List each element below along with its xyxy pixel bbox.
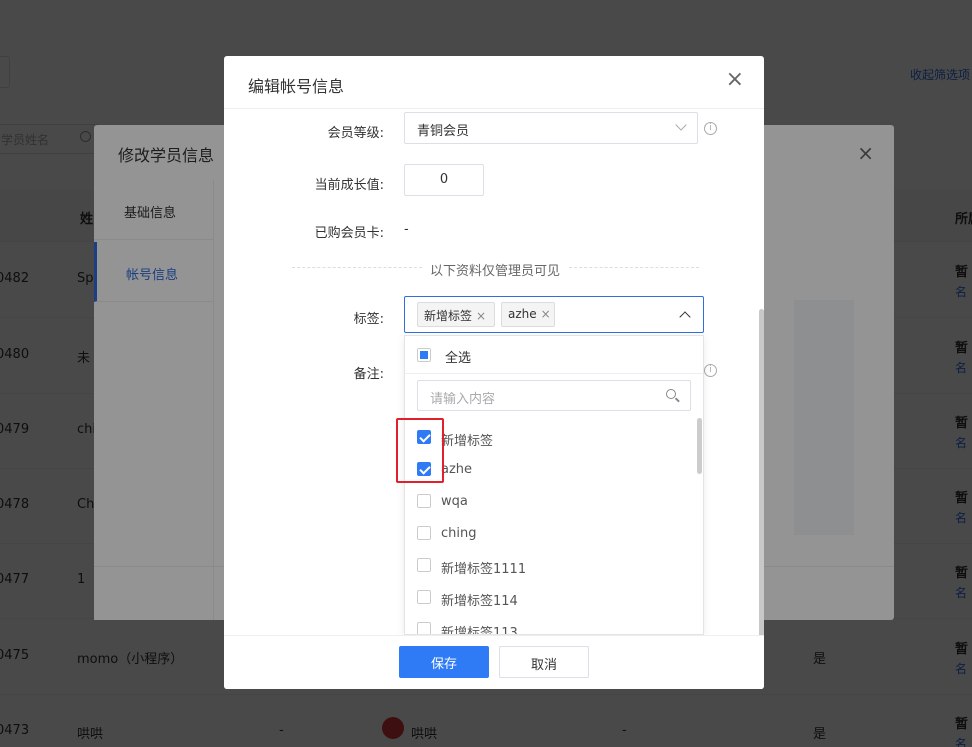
option-label: ching bbox=[441, 526, 477, 541]
list-item[interactable]: wqa bbox=[405, 485, 695, 517]
modal-title: 编辑帐号信息 bbox=[248, 77, 345, 96]
checkbox-icon[interactable] bbox=[417, 348, 431, 362]
checkbox-icon[interactable] bbox=[417, 622, 431, 634]
option-label: 新增标签1111 bbox=[441, 562, 527, 577]
growth-label: 当前成长值: bbox=[314, 178, 384, 193]
list-item[interactable]: 新增标签113 bbox=[405, 613, 695, 635]
remark-label: 备注: bbox=[353, 367, 384, 382]
list-item[interactable]: 新增标签 bbox=[405, 421, 695, 453]
select-all-row[interactable]: 全选 bbox=[405, 336, 703, 374]
modal-scrollbar[interactable] bbox=[759, 309, 764, 635]
checkbox-icon[interactable] bbox=[417, 590, 431, 604]
search-placeholder: 请输入内容 bbox=[430, 392, 496, 407]
dropdown-search-input[interactable]: 请输入内容 bbox=[417, 380, 691, 411]
info-icon[interactable]: i bbox=[704, 364, 717, 377]
dropdown-scrollbar[interactable] bbox=[697, 418, 702, 474]
tag-chip-label: 新增标签 bbox=[424, 309, 473, 323]
checkbox-icon[interactable] bbox=[417, 494, 431, 508]
growth-value-field[interactable]: 0 bbox=[404, 164, 484, 196]
option-label: wqa bbox=[441, 494, 468, 509]
tag-chip-label: azhe bbox=[508, 307, 537, 321]
option-label: 新增标签113 bbox=[441, 626, 518, 635]
modal-header: 编辑帐号信息 × bbox=[224, 56, 764, 109]
member-level-select[interactable]: 青铜会员 bbox=[404, 112, 698, 144]
annotation-highlight-box bbox=[396, 418, 444, 483]
search-icon[interactable] bbox=[666, 389, 676, 399]
tags-select[interactable]: 新增标签 × azhe × bbox=[404, 296, 704, 333]
option-label: 新增标签 bbox=[441, 434, 494, 449]
modal-body: 会员等级: 青铜会员 i 当前成长值: 0 已购会员卡: - 以下资料仅管理员可… bbox=[224, 109, 764, 635]
cancel-button[interactable]: 取消 bbox=[499, 646, 589, 678]
close-icon[interactable]: × bbox=[726, 69, 744, 91]
tag-chip: azhe × bbox=[501, 302, 555, 327]
list-item[interactable]: azhe bbox=[405, 453, 695, 485]
select-all-label: 全选 bbox=[445, 351, 472, 366]
edit-account-modal: 编辑帐号信息 × 会员等级: 青铜会员 i 当前成长值: 0 已购会员卡: - … bbox=[224, 56, 764, 689]
option-label: 新增标签114 bbox=[441, 594, 518, 609]
close-icon[interactable]: × bbox=[476, 309, 486, 323]
tags-dropdown: 全选 请输入内容 新增标签 azhe wqa ching 新增标签1111 新增… bbox=[404, 335, 704, 635]
checkbox-icon[interactable] bbox=[417, 526, 431, 540]
divider bbox=[292, 267, 422, 268]
chevron-down-icon bbox=[675, 119, 687, 131]
cards-label: 已购会员卡: bbox=[314, 226, 384, 241]
level-label: 会员等级: bbox=[327, 126, 384, 141]
save-button[interactable]: 保存 bbox=[399, 646, 489, 678]
checkbox-icon[interactable] bbox=[417, 558, 431, 572]
divider bbox=[569, 267, 699, 268]
list-item[interactable]: 新增标签1111 bbox=[405, 549, 695, 581]
divider-text: 以下资料仅管理员可见 bbox=[430, 264, 561, 279]
list-item[interactable]: ching bbox=[405, 517, 695, 549]
list-item[interactable]: 新增标签114 bbox=[405, 581, 695, 613]
level-value: 青铜会员 bbox=[417, 124, 470, 139]
tag-chip: 新增标签 × bbox=[417, 302, 495, 327]
close-icon[interactable]: × bbox=[541, 307, 551, 321]
modal-footer: 保存 取消 bbox=[224, 635, 764, 689]
cards-value: - bbox=[404, 222, 409, 237]
tags-label: 标签: bbox=[353, 312, 384, 327]
chevron-up-icon[interactable] bbox=[679, 311, 691, 323]
info-icon[interactable]: i bbox=[704, 122, 717, 135]
option-label: azhe bbox=[441, 462, 473, 477]
